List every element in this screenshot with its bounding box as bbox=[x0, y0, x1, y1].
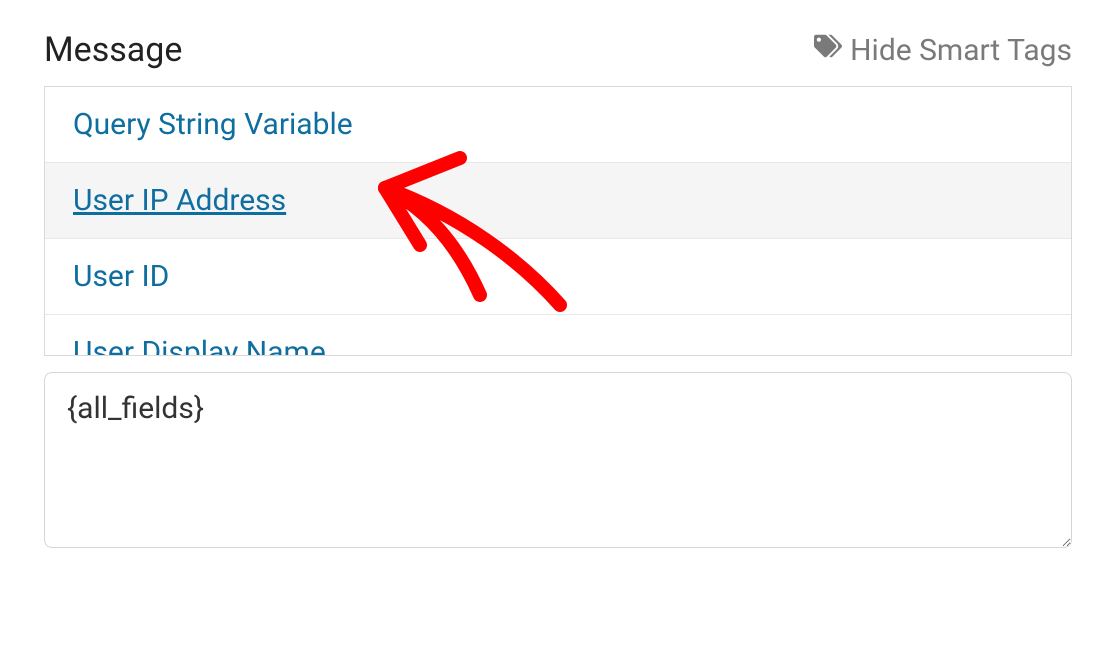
hide-smart-tags-label: Hide Smart Tags bbox=[850, 33, 1072, 68]
section-title: Message bbox=[44, 30, 182, 70]
smart-tag-label: User ID bbox=[73, 259, 169, 294]
message-textarea[interactable] bbox=[44, 372, 1072, 548]
smart-tags-list: Query String Variable User IP Address Us… bbox=[44, 86, 1072, 356]
smart-tag-label: Query String Variable bbox=[73, 107, 353, 142]
smart-tag-item[interactable]: User Display Name bbox=[45, 315, 1071, 356]
tags-icon bbox=[814, 32, 842, 68]
smart-tag-item[interactable]: User ID bbox=[45, 239, 1071, 315]
smart-tag-label: User IP Address bbox=[73, 183, 286, 218]
hide-smart-tags-button[interactable]: Hide Smart Tags bbox=[814, 32, 1072, 68]
smart-tag-item[interactable]: Query String Variable bbox=[45, 87, 1071, 163]
smart-tag-label: User Display Name bbox=[73, 335, 326, 356]
smart-tag-item[interactable]: User IP Address bbox=[45, 163, 1071, 239]
